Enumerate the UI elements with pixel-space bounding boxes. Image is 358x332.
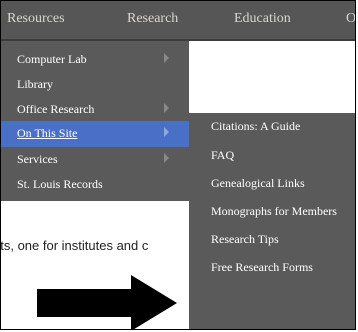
menu-item-office-research[interactable]: Office Research [1, 97, 189, 123]
menu-item-label: St. Louis Records [17, 177, 103, 191]
chevron-right-icon [164, 103, 169, 113]
page-content-area [189, 41, 355, 113]
submenu-item-monographs[interactable]: Monographs for Members [189, 198, 355, 226]
menu-item-label: On This Site [17, 126, 78, 140]
menu-item-services[interactable]: Services [1, 147, 189, 173]
menu-item-label: Library [17, 77, 53, 91]
chevron-right-icon [164, 127, 169, 137]
right-arrow-icon [37, 275, 177, 329]
submenu-item-research-tips[interactable]: Research Tips [189, 226, 355, 254]
screenshot-frame: Resources Research Education O Computer … [0, 0, 356, 330]
submenu-item-citations[interactable]: Citations: A Guide [189, 113, 355, 141]
submenu-item-free-research-forms[interactable]: Free Research Forms [189, 254, 355, 282]
submenu-item-genealogical-links[interactable]: Genealogical Links [189, 170, 355, 198]
submenu-item-label: Research Tips [211, 232, 279, 246]
menu-item-label: Computer Lab [17, 52, 87, 66]
chevron-right-icon [164, 153, 169, 163]
submenu-item-label: Citations: A Guide [211, 119, 301, 133]
nav-item-education[interactable]: Education [234, 11, 291, 27]
menu-item-library[interactable]: Library [1, 72, 189, 98]
page-body-text: nts, one for institutes and c [0, 238, 149, 253]
menu-item-computer-lab[interactable]: Computer Lab [1, 47, 189, 73]
nav-item-resources[interactable]: Resources [7, 11, 65, 27]
submenu-item-label: Free Research Forms [211, 260, 313, 274]
submenu-item-label: Monographs for Members [211, 204, 337, 218]
menu-item-label: Office Research [17, 102, 95, 116]
menu-item-on-this-site[interactable]: On This Site [1, 121, 189, 147]
nav-item-research[interactable]: Research [127, 11, 178, 27]
chevron-right-icon [164, 53, 169, 63]
top-nav-bar: Resources Research Education O [1, 1, 355, 41]
submenu-item-label: Genealogical Links [211, 176, 305, 190]
menu-item-label: Services [17, 152, 58, 166]
submenu-item-label: FAQ [211, 148, 235, 162]
menu-item-st-louis-records[interactable]: St. Louis Records [1, 172, 189, 198]
resources-dropdown: Computer Lab Library Office Research On … [1, 41, 189, 201]
on-this-site-submenu: Citations: A Guide FAQ Genealogical Link… [189, 113, 355, 329]
nav-item-more[interactable]: O [346, 11, 355, 27]
submenu-item-faq[interactable]: FAQ [189, 142, 355, 170]
